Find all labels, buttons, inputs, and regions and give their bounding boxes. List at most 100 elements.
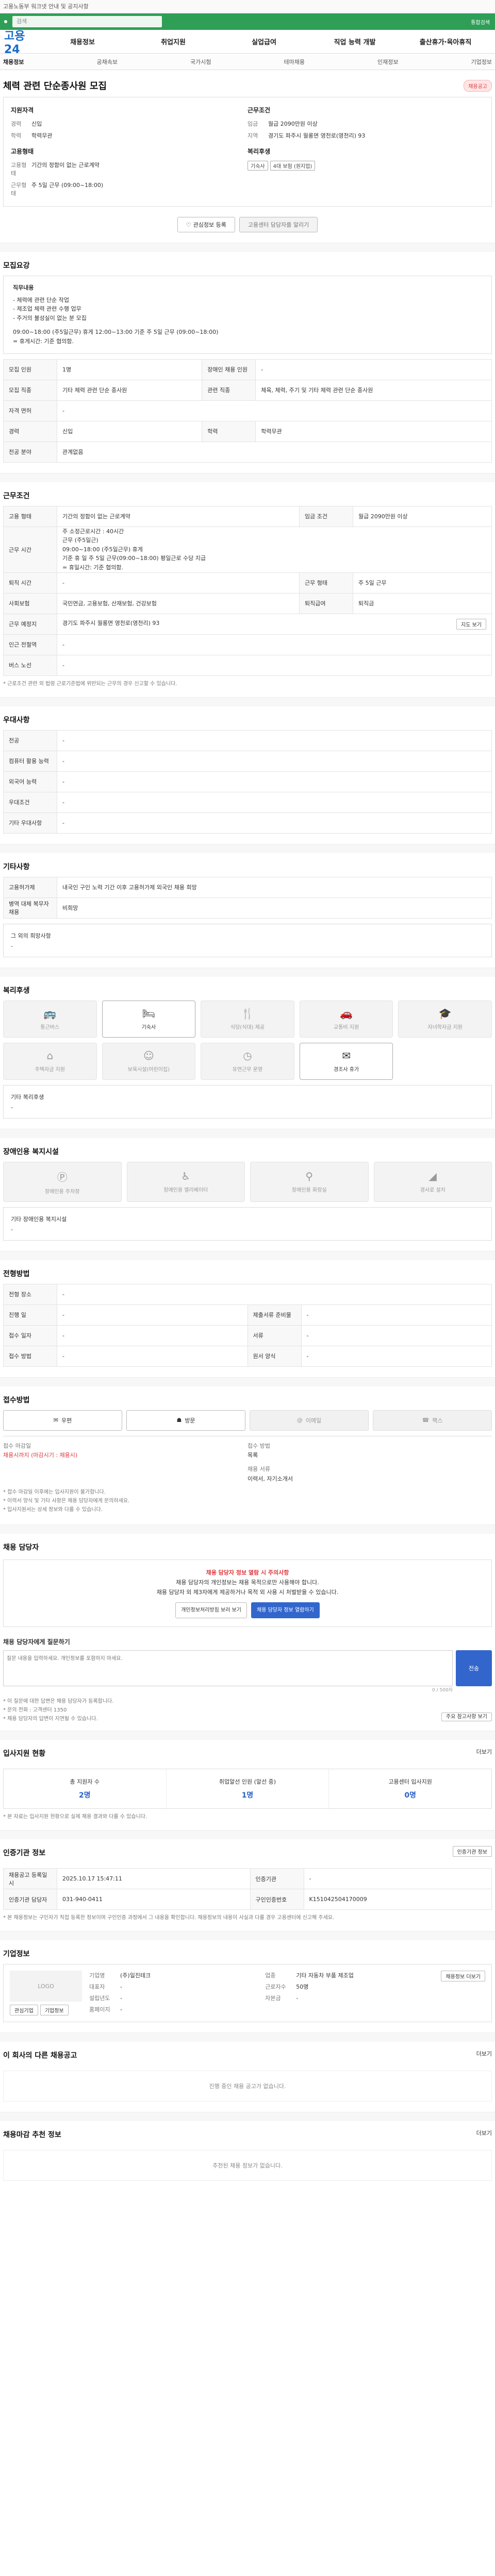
table-header: 전공 bbox=[3, 730, 57, 751]
section-divider bbox=[0, 1128, 495, 1138]
apply-visit-button[interactable]: ☗ 방문 bbox=[126, 1410, 245, 1431]
desc-line: - 제조업 체력 관련 수행 업무 bbox=[13, 306, 81, 313]
table-header: 관련 직종 bbox=[202, 379, 256, 401]
section-divider bbox=[0, 1931, 495, 1941]
region-more-link[interactable]: 더보기 bbox=[476, 2129, 492, 2137]
table-cell: - bbox=[57, 572, 300, 594]
summary-value: 주 5일 근무 (09:00~18:00) bbox=[31, 182, 104, 189]
tab-exam[interactable]: 국가시험 bbox=[190, 58, 211, 66]
search-icon bbox=[4, 20, 7, 23]
tab-theme[interactable]: 테마채용 bbox=[284, 58, 305, 66]
apply-fax-button[interactable]: ☎ 팩스 bbox=[373, 1410, 492, 1431]
sub-tabs: 채용정보 공채속보 국가시험 테마채용 인재정보 기업정보 bbox=[0, 54, 495, 70]
bed-icon: 🛏 bbox=[142, 1007, 156, 1020]
alarm-label: 고용센터 담당자를 알리기 bbox=[248, 222, 309, 228]
scrap-label: 관심정보 등록 bbox=[193, 222, 226, 228]
summary-value: 월급 2090만원 이상 bbox=[268, 121, 318, 127]
company-fav-button[interactable]: 관심기업 bbox=[10, 2005, 38, 2016]
apply-mail-button[interactable]: ✉ 우편 bbox=[3, 1410, 122, 1431]
gnb-item[interactable]: 직업 능력 개발 bbox=[309, 37, 400, 46]
section-title: 이 회사의 다른 채용공고 bbox=[3, 2052, 77, 2060]
section-divider bbox=[0, 967, 495, 977]
section-title: 복리후생 bbox=[3, 986, 30, 995]
welfare-label: 경조사 휴가 bbox=[334, 1067, 359, 1073]
table-header: 고용 형태 bbox=[3, 505, 57, 527]
welfare-other-label: 기타 복리후생 bbox=[11, 1093, 44, 1100]
table-header: 사회보험 bbox=[3, 592, 57, 614]
table-header: 자격 면허 bbox=[3, 400, 57, 421]
apply-email-button[interactable]: @ 이메일 bbox=[250, 1410, 369, 1431]
inquiry-note: * 이 질문에 대한 답변은 채용 담당자가 등록합니다. bbox=[3, 1699, 114, 1705]
section-title: 근무조건 bbox=[3, 492, 30, 500]
papers-value: 채용시까지 (마감시기 : 채용시) bbox=[3, 1452, 78, 1459]
welfare-item: 🚌 통근버스 bbox=[3, 1000, 97, 1038]
search-input[interactable]: 검색 bbox=[12, 16, 162, 27]
company-key: 업종 bbox=[265, 1972, 276, 1979]
company-jobs-button[interactable]: 채용정보 더보기 bbox=[441, 1971, 485, 1982]
stats-more-link[interactable]: 더보기 bbox=[476, 1748, 492, 1756]
job-description: 직무내용 - 체력에 관련 단순 작업 - 제조업 체력 관련 수행 업무 - … bbox=[3, 276, 492, 354]
view-manager-button[interactable]: 채용 담당자 정보 열람하기 bbox=[251, 1602, 320, 1619]
inquiry-input[interactable] bbox=[3, 1650, 453, 1687]
welfare-other-value: - bbox=[11, 1104, 13, 1111]
person-icon: ☗ bbox=[176, 1417, 182, 1424]
work-hours-weekly: 주 소정근로시간 : 40시간 bbox=[62, 528, 124, 535]
summary-table: 모집 인원 1명 장애인 채용 인원 - 모집 직종 기타 체력 관련 단순 종사원 관련… bbox=[3, 359, 492, 463]
scrap-button[interactable]: ♡ 관심정보 등록 bbox=[177, 217, 235, 232]
tab-talent[interactable]: 인재정보 bbox=[377, 58, 398, 66]
table-cell: - bbox=[57, 634, 492, 655]
tab-company[interactable]: 기업정보 bbox=[471, 58, 492, 66]
table-header: 진행 일 bbox=[3, 1304, 57, 1326]
privacy-policy-button[interactable]: 개인정보처리방침 보러 보기 bbox=[175, 1602, 247, 1619]
table-cell: - bbox=[57, 400, 492, 421]
inquiry-section: 채용 담당자에게 질문하기 전송 0 / 500자 * 이 질문에 대한 답변은… bbox=[3, 1637, 492, 1722]
table-header: 외국어 능력 bbox=[3, 771, 57, 792]
inquiry-send-button[interactable]: 전송 bbox=[456, 1650, 492, 1687]
preference-table: 전공 - 컴퓨터 활용 능력 - 외국어 능력 - 우대조건 - 기타 우대사항 - bbox=[3, 730, 492, 834]
papers-label: 채용 서류 bbox=[248, 1465, 270, 1472]
table-cell: - bbox=[255, 359, 492, 380]
welfare-item: ☺ 보육시설(어린이집) bbox=[102, 1042, 196, 1080]
table-header: 접수 방법 bbox=[3, 1345, 57, 1367]
gnb-item[interactable]: 채용정보 bbox=[37, 37, 128, 46]
table-header: 모집 인원 bbox=[3, 359, 57, 380]
inquiry-notice-button[interactable]: 주요 참고사항 보기 bbox=[441, 1713, 492, 1722]
wheelchair-icon: ♿ bbox=[181, 1170, 191, 1183]
section-title: 전형방법 bbox=[3, 1269, 30, 1278]
alarm-button[interactable]: 고용센터 담당자를 알리기 bbox=[239, 217, 318, 232]
table-header: 전공 분야 bbox=[3, 441, 57, 463]
table-cell: - bbox=[301, 1345, 492, 1367]
apply-method-row: ✉ 우편 ☗ 방문 @ 이메일 ☎ 팩스 bbox=[3, 1410, 492, 1431]
company-logo: LOGO bbox=[10, 1971, 82, 2002]
table-cell: 2025.10.17 15:47:11 bbox=[57, 1868, 251, 1890]
apply-method-label: 방문 bbox=[185, 1417, 195, 1424]
top-notice[interactable]: 고용노동부 워크넷 안내 및 공지사항 bbox=[0, 0, 495, 13]
tab-jobs[interactable]: 채용정보 bbox=[3, 58, 24, 66]
gnb-item[interactable]: 실업급여 bbox=[219, 37, 309, 46]
table-header: 병역 대체 복무자 채용 bbox=[3, 897, 57, 919]
company-key: 대표자 bbox=[89, 1984, 105, 1991]
table-cell: 031-940-0411 bbox=[57, 1889, 251, 1910]
similar-more-link[interactable]: 더보기 bbox=[476, 2049, 492, 2058]
section-title: 기타사항 bbox=[3, 862, 30, 871]
search-link[interactable]: 통합검색 bbox=[471, 18, 490, 26]
logo[interactable]: 고용24 bbox=[4, 27, 37, 56]
table-header: 퇴직급여 bbox=[299, 592, 353, 614]
papers-value: 이력서, 자기소개서 bbox=[248, 1475, 293, 1482]
gnb-item[interactable]: 취업지원 bbox=[128, 37, 219, 46]
table-cell: 기간의 정함이 없는 근로계약 bbox=[57, 505, 300, 527]
gnb-item[interactable]: 출산휴가·육아휴직 bbox=[400, 37, 491, 46]
table-cell: - bbox=[57, 750, 492, 772]
registry-button[interactable]: 인증기관 정보 bbox=[452, 1845, 492, 1857]
disability-other-value: - bbox=[11, 1226, 13, 1233]
table-cell: 신입 bbox=[56, 420, 203, 442]
desc-heading: 직무내용 bbox=[13, 284, 34, 291]
table-cell: 학력무관 bbox=[255, 420, 492, 442]
map-button[interactable]: 지도 보기 bbox=[456, 618, 486, 630]
company-info-button[interactable]: 기업정보 bbox=[40, 2005, 69, 2016]
tab-open-recruit[interactable]: 공채속보 bbox=[97, 58, 118, 66]
table-header: 전형 장소 bbox=[3, 1283, 57, 1305]
table-header: 제출서류 준비물 bbox=[247, 1304, 302, 1326]
hat-icon: 🎓 bbox=[438, 1007, 452, 1020]
section-title: 장애인용 복지시설 bbox=[3, 1147, 59, 1156]
